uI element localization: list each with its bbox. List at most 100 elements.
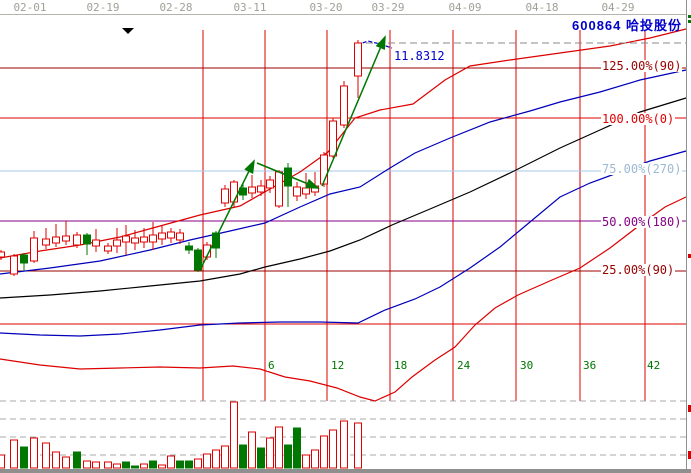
volume-bar <box>240 445 247 468</box>
trend-arrow <box>201 161 254 268</box>
event-marker-triangle-icon <box>122 28 134 34</box>
candle <box>222 185 229 207</box>
volume-bar <box>267 438 274 468</box>
volume-bar <box>355 423 362 468</box>
ticker-title: 600864 哈投股份 <box>572 15 682 34</box>
candle <box>93 229 100 252</box>
candle <box>114 228 121 253</box>
last-price-annotation: 11.8312 <box>393 49 446 63</box>
date-axis-label: 04-29 <box>601 1 634 14</box>
gann-time-number: 6 <box>267 360 276 371</box>
candle <box>285 163 292 207</box>
mid-black-band <box>0 98 686 298</box>
volume-bar <box>141 464 148 468</box>
candle <box>341 81 348 128</box>
date-axis-label: 03-29 <box>371 1 404 14</box>
gann-time-number: 36 <box>582 360 597 371</box>
volume-bar <box>294 428 301 468</box>
volume-bar <box>84 461 91 468</box>
volume-bar <box>0 455 5 468</box>
candle <box>294 182 301 201</box>
volume-bar <box>330 430 337 468</box>
volume-bar <box>249 432 256 468</box>
volume-bar <box>31 438 38 468</box>
top-blue-stub <box>357 41 392 48</box>
date-axis-label: 03-20 <box>309 1 342 14</box>
candle <box>213 231 220 258</box>
volume-bar <box>105 462 112 468</box>
volume-bar <box>168 456 175 468</box>
volume-bar <box>276 427 283 468</box>
volume-bar <box>213 450 220 468</box>
volume-bar <box>150 461 157 468</box>
volume-bar <box>204 454 211 468</box>
window-bottom-border <box>0 469 691 473</box>
candle <box>21 253 28 271</box>
gann-time-number: 30 <box>519 360 534 371</box>
candle <box>258 180 265 196</box>
volume-bar <box>114 464 121 468</box>
candle <box>53 224 60 247</box>
volume-bar <box>21 447 28 468</box>
volume-bar <box>312 450 319 468</box>
gann-percent-label: 100.00%(0) <box>601 113 675 125</box>
gann-time-number: 18 <box>393 360 408 371</box>
candle <box>11 254 18 276</box>
volume-bar <box>53 452 60 468</box>
gann-percent-label: 75.00%(270) <box>601 163 682 175</box>
date-axis-label: 04-09 <box>448 1 481 14</box>
candle <box>231 180 238 208</box>
right-minimap-strip[interactable] <box>686 0 691 469</box>
volume-bar <box>159 465 166 468</box>
candle <box>31 231 38 263</box>
candle <box>63 221 70 245</box>
date-axis-label: 02-19 <box>86 1 119 14</box>
volume-bar <box>93 462 100 468</box>
candle <box>249 175 256 198</box>
candle <box>355 40 362 98</box>
volume-bar <box>43 443 50 468</box>
volume-bar <box>123 462 130 468</box>
gann-percent-label: 50.00%(180) <box>601 216 682 228</box>
upper-red-band <box>0 29 686 258</box>
date-axis-label: 02-28 <box>159 1 192 14</box>
candle <box>123 225 130 255</box>
volume-bar <box>186 461 193 468</box>
volume-bar <box>11 440 18 468</box>
date-axis-label: 03-11 <box>233 1 266 14</box>
volume-bar <box>231 402 238 468</box>
date-axis-label: 04-18 <box>525 1 558 14</box>
candle <box>168 228 175 243</box>
volume-bar <box>63 457 70 468</box>
gann-time-number: 12 <box>330 360 345 371</box>
gann-time-number: 24 <box>456 360 471 371</box>
volume-bar <box>321 436 328 468</box>
volume-bar <box>195 459 202 468</box>
lower-blue-band <box>0 151 686 336</box>
gann-percent-label: 125.00%(90) <box>601 60 682 72</box>
volume-bar <box>132 466 139 468</box>
volume-bar <box>285 445 292 468</box>
candle <box>330 118 337 158</box>
candle <box>195 248 202 272</box>
gann-time-number: 42 <box>646 360 661 371</box>
candle <box>105 243 112 254</box>
volume-bar <box>258 448 265 468</box>
volume-bar <box>222 446 229 468</box>
candle <box>43 228 50 249</box>
candle <box>186 242 193 254</box>
volume-bar <box>74 452 81 468</box>
volume-bar <box>303 455 310 468</box>
gann-percent-label: 25.00%(90) <box>601 264 675 276</box>
candle <box>240 183 247 200</box>
candle <box>159 226 166 245</box>
candle <box>84 233 91 255</box>
price-chart-canvas[interactable] <box>0 0 691 473</box>
stock-chart-window: 02-01 02-19 02-28 03-11 03-20 03-29 04-09 04-18… <box>0 0 691 473</box>
volume-bar <box>177 461 184 468</box>
candle <box>276 170 283 208</box>
candle <box>0 250 5 260</box>
date-axis: 02-01 02-19 02-28 03-11 03-20 03-29 04-09 04-18… <box>0 0 687 15</box>
candle <box>303 173 310 199</box>
date-axis-label: 02-01 <box>13 1 46 14</box>
